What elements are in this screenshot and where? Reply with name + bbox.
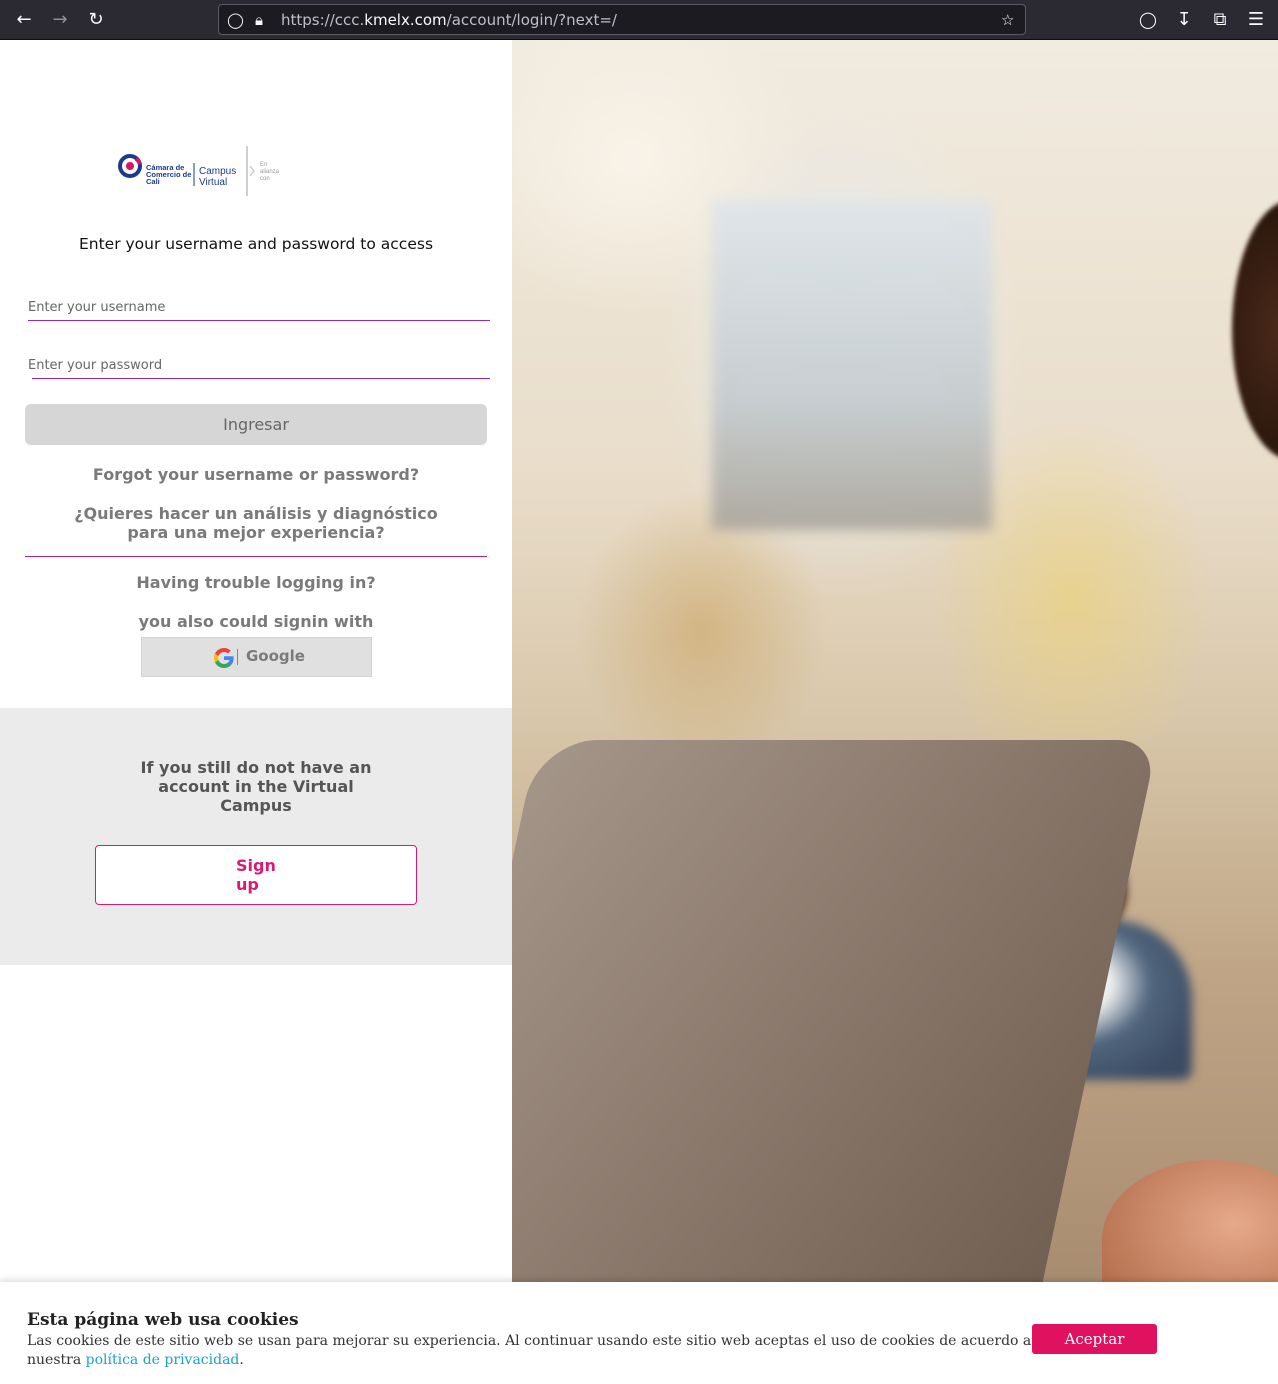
- username-input[interactable]: Enter your username: [28, 299, 490, 321]
- cookie-text-end: .: [239, 1352, 244, 1368]
- reload-icon[interactable]: ↻: [84, 8, 108, 32]
- register-prompt: If you still do not have an account in t…: [140, 758, 372, 815]
- accept-cookies-button[interactable]: Aceptar: [1032, 1324, 1157, 1354]
- signin-with-label: you also could signin with: [138, 612, 374, 631]
- back-arrow-icon[interactable]: ←: [12, 8, 36, 32]
- logo-org-line3: Cali: [146, 177, 160, 186]
- photo-window: [712, 200, 992, 530]
- logo-alliance-line2: alianza: [260, 169, 280, 175]
- login-subtitle: Enter your username and password to acce…: [78, 235, 434, 253]
- url-domain: kmelx.com: [364, 11, 447, 29]
- photo-laptop: [512, 740, 1158, 1284]
- url-text[interactable]: https://ccc.kmelx.com/account/login/?nex…: [281, 11, 617, 29]
- privacy-policy-link[interactable]: política de privacidad: [86, 1352, 240, 1368]
- password-input[interactable]: Enter your password: [28, 357, 490, 379]
- shield-icon[interactable]: ◯: [227, 11, 244, 29]
- lock-icon[interactable]: 🔒︎: [255, 11, 263, 29]
- google-icon: [214, 648, 234, 668]
- divider: [25, 556, 487, 557]
- register-section: If you still do not have an account in t…: [0, 708, 512, 965]
- menu-icon[interactable]: ☰: [1244, 8, 1268, 32]
- cookie-banner: Esta página web usa cookies Las cookies …: [0, 1282, 1278, 1384]
- trouble-logging-link[interactable]: Having trouble logging in?: [25, 573, 487, 592]
- bookmark-star-icon[interactable]: ☆: [1001, 11, 1014, 29]
- photo-hand: [1102, 1160, 1278, 1284]
- google-label: Google: [246, 647, 305, 665]
- pocket-icon[interactable]: ◯: [1136, 8, 1160, 32]
- campus-virtual-logo: Cámara de Comercio de Cali Campus Virtua…: [118, 146, 280, 196]
- google-separator: [237, 649, 238, 665]
- username-placeholder: Enter your username: [28, 300, 166, 315]
- extensions-icon[interactable]: ⧉: [1208, 8, 1232, 32]
- address-bar[interactable]: ◯ 🔒︎ https://ccc.kmelx.com/account/login…: [218, 4, 1026, 35]
- logo-product-line1: Campus: [199, 166, 236, 177]
- logo-alliance-line1: En: [260, 162, 267, 168]
- cookie-title: Esta página web usa cookies: [27, 1310, 299, 1330]
- photo-hair: [1232, 200, 1278, 460]
- google-signin-button[interactable]: Google: [141, 637, 372, 677]
- login-panel: Cámara de Comercio de Cali Campus Virtua…: [0, 40, 512, 1284]
- url-path: /account/login/?next=/: [446, 11, 617, 29]
- cookie-text: Las cookies de este sitio web se usan pa…: [27, 1332, 1037, 1370]
- signup-label: Sign up: [236, 856, 276, 894]
- download-icon[interactable]: ↧: [1172, 8, 1196, 32]
- login-button[interactable]: Ingresar: [25, 404, 487, 445]
- diagnostic-link[interactable]: ¿Quieres hacer un análisis y diagnóstico…: [25, 504, 487, 542]
- url-prefix: https://ccc.: [281, 11, 365, 29]
- logo-product-line2: Virtual: [199, 177, 227, 188]
- forward-arrow-icon[interactable]: →: [48, 8, 72, 32]
- browser-toolbar: ← → ↻ ◯ 🔒︎ https://ccc.kmelx.com/account…: [0, 0, 1278, 40]
- forgot-credentials-link[interactable]: Forgot your username or password?: [25, 465, 487, 484]
- logo-alliance-line3: con: [260, 176, 270, 182]
- password-placeholder: Enter your password: [28, 358, 163, 373]
- signup-button[interactable]: Sign up: [95, 845, 417, 905]
- background-photo: [512, 40, 1278, 1284]
